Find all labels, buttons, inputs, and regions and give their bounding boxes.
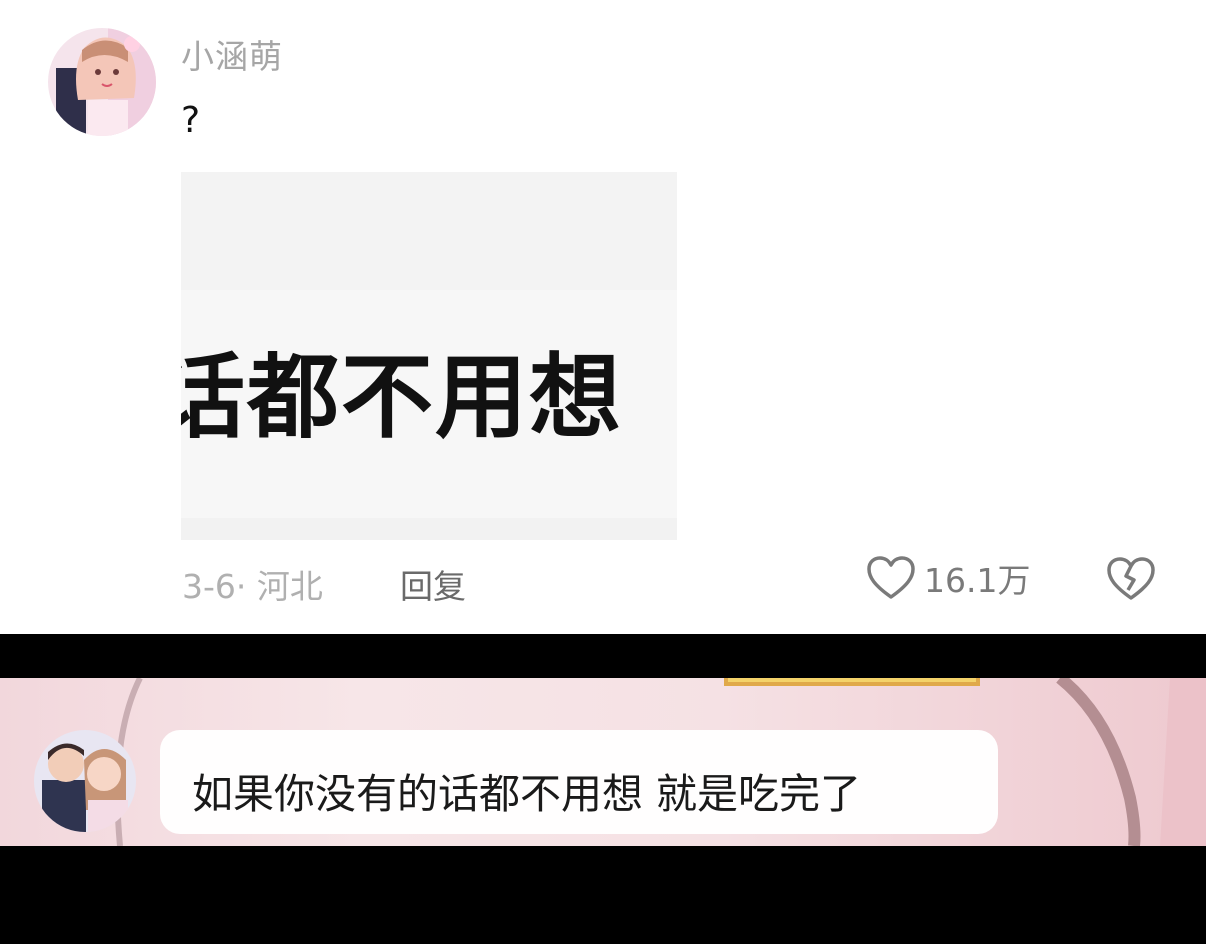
- username[interactable]: 小涵萌: [181, 30, 283, 78]
- comment-date-location: 3-6· 河北: [182, 567, 323, 606]
- avatar-illustration: [48, 28, 156, 136]
- reply-button[interactable]: 回复: [400, 560, 466, 608]
- dislike-button[interactable]: [1106, 556, 1156, 602]
- letterbox-bar-top: [0, 634, 1206, 678]
- broken-heart-icon: [1107, 557, 1155, 600]
- video-caption-text: 如果你没有的话都不用想 就是吃完了: [192, 770, 862, 818]
- comment-text: ?: [181, 100, 201, 141]
- video-caption-bubble: 如果你没有的话都不用想 就是吃完了: [160, 730, 998, 834]
- video-frame[interactable]: 如果你没有的话都不用想 就是吃完了: [0, 678, 1206, 846]
- comment-attached-image[interactable]: 话都不用想: [181, 172, 677, 540]
- like-button[interactable]: 16.1万: [866, 554, 1030, 602]
- letterbox-bar-bottom: [0, 846, 1206, 944]
- screenshot: 小涵萌 ? 话都不用想 3-6· 河北 回复 16.1万 如果你没有的话都不用想…: [0, 0, 1206, 944]
- like-count: 16.1万: [924, 561, 1031, 600]
- image-top-band: [181, 172, 677, 290]
- image-text: 话都不用想: [181, 344, 624, 451]
- video-user-avatar[interactable]: [34, 730, 136, 832]
- comment-item: 小涵萌 ? 话都不用想 3-6· 河北 回复 16.1万: [0, 0, 1206, 634]
- image-bottom-band: [181, 518, 677, 540]
- avatar-couple-illustration: [34, 730, 136, 832]
- heart-outline-icon: [867, 556, 915, 599]
- user-avatar[interactable]: [48, 28, 156, 136]
